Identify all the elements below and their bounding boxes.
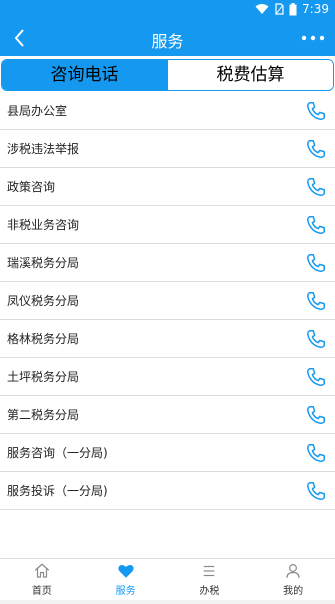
list-item-label: 非税业务咨询 — [7, 218, 80, 232]
phone-icon[interactable] — [305, 252, 327, 274]
menu-icon — [204, 565, 215, 577]
list-item[interactable]: 涉税违法举报 — [0, 130, 335, 168]
list-item-label: 瑞溪税务分局 — [7, 256, 80, 270]
nav-mine[interactable]: 我的 — [251, 559, 335, 600]
tab-tax-estimate[interactable]: 税费估算 — [167, 60, 333, 90]
list-item[interactable]: 服务咨询（一分局) — [0, 434, 335, 472]
list-item[interactable]: 凤仪税务分局 — [0, 282, 335, 320]
page-title: 服务 — [151, 32, 184, 51]
list-item[interactable]: 格林税务分局 — [0, 320, 335, 358]
list-item[interactable]: 政策咨询 — [0, 168, 335, 206]
phone-icon[interactable] — [305, 366, 327, 388]
phone-icon[interactable] — [305, 404, 327, 426]
phone-icon[interactable] — [305, 328, 327, 350]
nav-label: 办税 — [199, 586, 220, 597]
wifi-icon — [255, 4, 269, 14]
bottom-navigation: 首页 服务 办税 我的 — [0, 558, 335, 600]
tab-consult-phone[interactable]: 咨询电话 — [2, 60, 167, 90]
list-item-label: 格林税务分局 — [7, 332, 80, 346]
nav-home[interactable]: 首页 — [0, 559, 84, 600]
nav-service[interactable]: 服务 — [84, 559, 168, 600]
nav-label: 首页 — [31, 586, 52, 597]
more-options-icon[interactable] — [299, 26, 327, 50]
contact-list: 县局办公室 涉税违法举报 政策咨询 非税业务咨询 瑞溪税务分局 凤仪税务分局 格… — [0, 92, 335, 510]
status-bar: 7:39 — [0, 0, 335, 20]
segmented-tabs: 咨询电话 税费估算 — [1, 59, 334, 91]
phone-icon[interactable] — [305, 100, 327, 122]
phone-icon[interactable] — [305, 442, 327, 464]
nav-tax[interactable]: 办税 — [168, 559, 252, 600]
status-time: 7:39 — [302, 2, 329, 16]
phone-icon[interactable] — [305, 214, 327, 236]
heart-icon — [118, 564, 134, 578]
app-header: 服务 — [0, 20, 335, 56]
nav-label: 服务 — [115, 586, 136, 597]
list-item-label: 凤仪税务分局 — [7, 294, 80, 308]
list-item[interactable]: 服务投诉（一分局) — [0, 472, 335, 510]
list-item[interactable]: 瑞溪税务分局 — [0, 244, 335, 282]
person-icon — [286, 564, 300, 578]
list-item-label: 涉税违法举报 — [7, 142, 80, 156]
list-item-label: 服务咨询（一分局) — [7, 446, 108, 460]
sim-icon — [275, 3, 284, 15]
list-item[interactable]: 非税业务咨询 — [0, 206, 335, 244]
phone-icon[interactable] — [305, 138, 327, 160]
list-item-label: 政策咨询 — [7, 180, 56, 194]
nav-label: 我的 — [283, 586, 304, 597]
list-item-label: 第二税务分局 — [7, 408, 80, 422]
battery-icon — [289, 2, 297, 15]
home-icon — [34, 563, 50, 578]
list-item[interactable]: 第二税务分局 — [0, 396, 335, 434]
phone-icon[interactable] — [305, 290, 327, 312]
list-item-label: 土坪税务分局 — [7, 370, 80, 384]
list-item-label: 县局办公室 — [7, 104, 68, 118]
status-icons: 7:39 — [255, 2, 329, 16]
phone-icon[interactable] — [305, 480, 327, 502]
bottom-edge — [0, 600, 335, 604]
list-item[interactable]: 土坪税务分局 — [0, 358, 335, 396]
phone-icon[interactable] — [305, 176, 327, 198]
list-item[interactable]: 县局办公室 — [0, 92, 335, 130]
list-item-label: 服务投诉（一分局) — [7, 484, 108, 498]
